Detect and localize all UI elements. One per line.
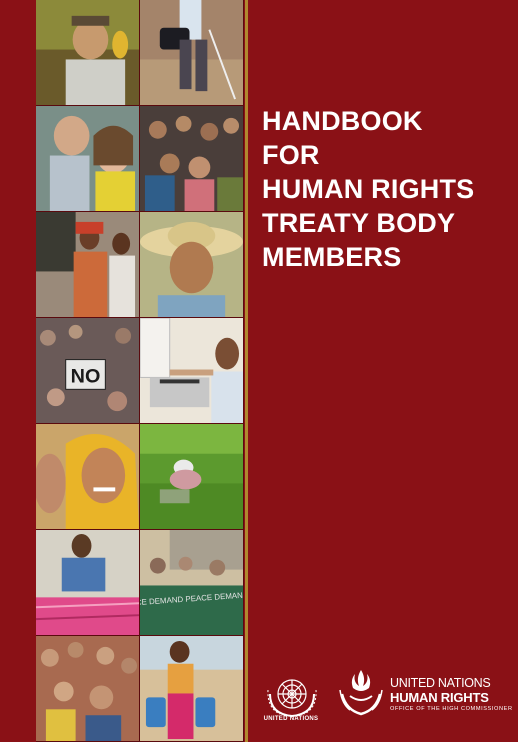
- ohchr-line-1: UNITED NATIONS: [390, 676, 491, 690]
- title-line-4: TREATY BODY: [262, 208, 456, 238]
- photo-crowd-of-children: [140, 106, 244, 212]
- photo-man-with-straw-hat: [140, 212, 244, 318]
- ohchr-line-2: HUMAN RIGHTS: [390, 690, 489, 705]
- un-label: UNITED NATIONS: [263, 716, 319, 722]
- photo-man-and-woman: [36, 106, 140, 212]
- photo-classroom-women: [36, 212, 140, 318]
- photo-weaver: [36, 530, 140, 636]
- no-sign-text: NO: [71, 365, 101, 387]
- ohchr-line-3: OFFICE OF THE HIGH COMMISSIONER: [390, 706, 513, 712]
- left-margin: [0, 0, 36, 742]
- title-line-3: HUMAN RIGHTS: [262, 174, 475, 204]
- divider-line: [245, 0, 248, 742]
- ohchr-wordmark: UNITED NATIONS HUMAN RIGHTS OFFICE OF TH…: [390, 676, 513, 714]
- title-line-5: MEMBERS: [262, 242, 402, 272]
- photo-woman-with-water-containers: [140, 636, 244, 742]
- photo-demand-justice-banner: DEMAND JUSTICE DEMAND PEACE DEMAND A PUB…: [140, 530, 244, 636]
- title-line-1: HANDBOOK: [262, 106, 423, 136]
- photo-woman-in-rice-field: [140, 424, 244, 530]
- book-title: HANDBOOK FOR HUMAN RIGHTS TREATY BODY ME…: [262, 104, 512, 274]
- title-line-2: FOR: [262, 140, 320, 170]
- photo-man-voting: [140, 318, 244, 424]
- photo-protest-no-sign: NO: [36, 318, 140, 424]
- book-cover: NO JUSTICE DEMAND PEACE DEMAND HANDBOOK …: [0, 0, 518, 742]
- ohchr-emblem-icon: [339, 670, 383, 716]
- photo-mosaic: NO JUSTICE DEMAND PEACE DEMAND: [36, 0, 244, 742]
- photo-girl-in-yellow-scarf: [36, 424, 140, 530]
- photo-farmer-with-corn: [36, 0, 140, 106]
- photo-crowd: [36, 636, 140, 742]
- photo-person-walking: [140, 0, 244, 106]
